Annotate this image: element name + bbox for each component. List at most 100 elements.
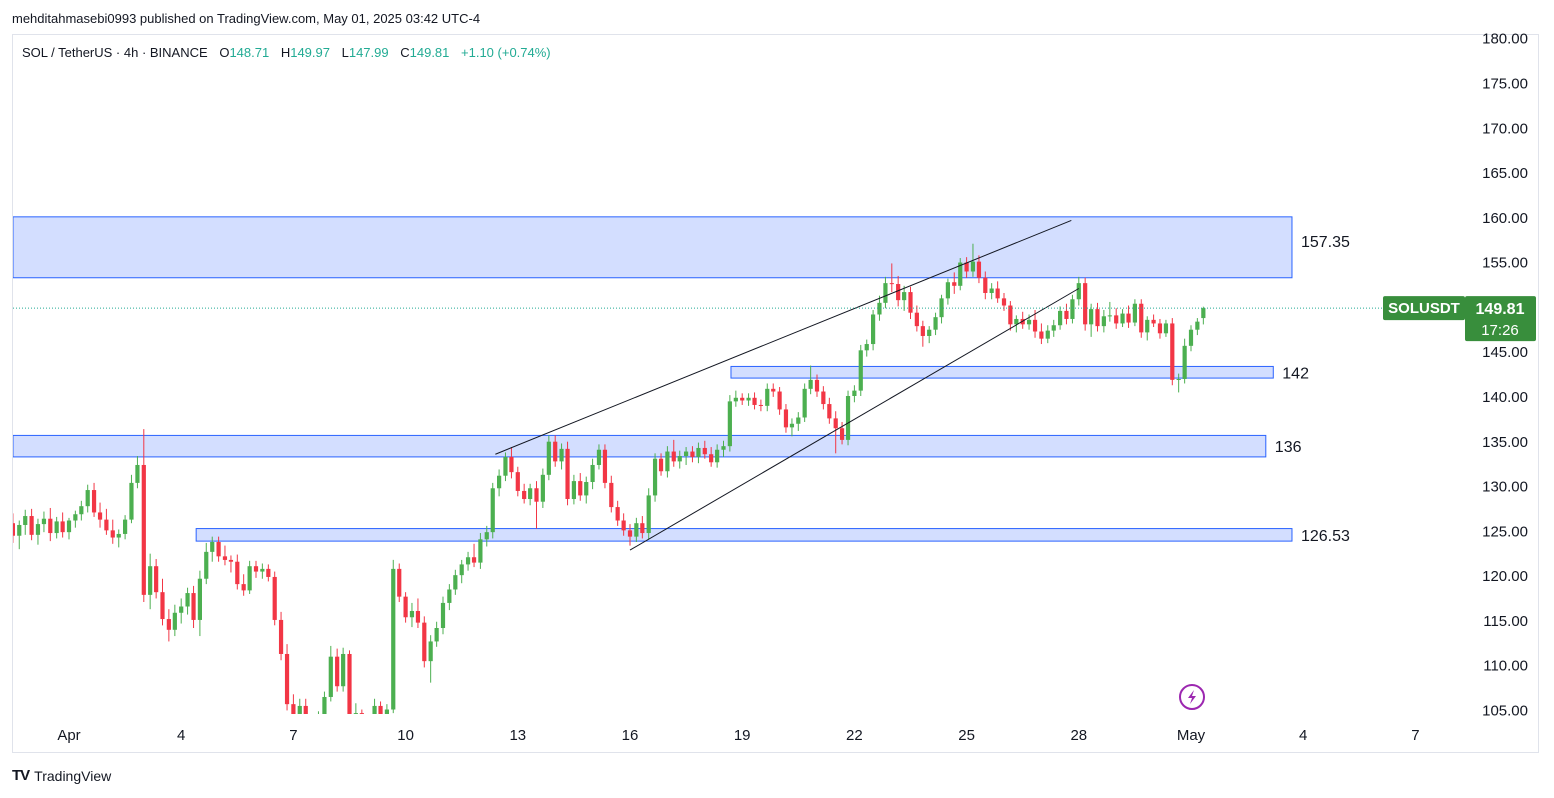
high-value: 149.97 — [290, 45, 330, 60]
price-tag-price: 149.81 — [1476, 301, 1525, 318]
candle-142 — [858, 344, 863, 396]
candle-70 — [409, 602, 415, 628]
candle-46 — [260, 563, 265, 579]
candle-122 — [733, 390, 738, 407]
candle-153 — [927, 326, 932, 344]
candle-18 — [85, 484, 90, 513]
candle-150 — [908, 286, 913, 319]
candle-194 — [1182, 338, 1187, 384]
candle-197 — [1201, 306, 1206, 325]
candle-8 — [23, 509, 28, 535]
candle-60 — [347, 650, 352, 714]
candle-180 — [1095, 302, 1100, 332]
candle-164 — [995, 281, 1000, 303]
candle-130 — [783, 404, 789, 433]
candle-140 — [845, 390, 851, 446]
candle-98 — [584, 476, 589, 504]
candle-35 — [191, 585, 196, 629]
candle-72 — [422, 616, 427, 668]
candle-99 — [590, 458, 595, 490]
candle-186 — [1132, 299, 1137, 327]
candle-141 — [852, 385, 857, 403]
candle-31 — [166, 609, 171, 642]
candle-49 — [278, 611, 284, 661]
candle-102 — [609, 475, 614, 513]
x-tick-11: 4 — [1299, 727, 1307, 744]
candle-11 — [41, 511, 47, 533]
candle-24 — [123, 515, 128, 540]
candle-176 — [1070, 294, 1075, 324]
y-tick-4: 125.00 — [1482, 523, 1528, 540]
zone-2[interactable] — [13, 434, 1267, 458]
x-tick-6: 19 — [734, 727, 751, 744]
candle-190 — [1157, 318, 1163, 339]
zone-1[interactable] — [730, 365, 1274, 379]
candle-84 — [497, 469, 502, 497]
candle-196 — [1195, 318, 1200, 336]
price-tag-countdown: 17:26 — [1481, 322, 1519, 339]
candle-80 — [471, 543, 477, 568]
candle-68 — [397, 563, 402, 603]
candle-144 — [871, 310, 876, 351]
zones-layer — [13, 216, 1293, 542]
y-tick-7: 140.00 — [1482, 389, 1528, 406]
footer-brand[interactable]: TV TradingView — [12, 767, 111, 784]
candle-66 — [384, 704, 389, 714]
candle-192 — [1170, 318, 1175, 386]
alert-icon[interactable] — [1179, 684, 1205, 710]
candle-178 — [1083, 277, 1088, 331]
trendline-1[interactable] — [629, 288, 1080, 551]
candles-layer — [4, 243, 1206, 740]
candle-29 — [154, 559, 159, 599]
candle-91 — [540, 468, 545, 508]
y-tick-14: 175.00 — [1482, 75, 1528, 92]
candle-79 — [465, 551, 471, 571]
candle-33 — [179, 598, 184, 624]
candle-12 — [48, 507, 53, 542]
candle-5 — [4, 498, 8, 528]
candle-96 — [571, 474, 576, 505]
y-tick-10: 155.00 — [1482, 255, 1528, 272]
candle-78 — [459, 559, 464, 584]
y-tick-3: 120.00 — [1482, 568, 1528, 585]
candle-75 — [440, 596, 446, 635]
y-tick-0: 105.00 — [1482, 703, 1528, 720]
candle-195 — [1188, 325, 1194, 352]
x-tick-12: 7 — [1411, 727, 1419, 744]
candle-22 — [110, 519, 115, 544]
price-tag: SOLUSDT 149.81 17:26 — [1383, 296, 1536, 342]
zone-3[interactable] — [195, 528, 1293, 542]
candle-143 — [864, 339, 869, 357]
candle-76 — [447, 584, 452, 611]
candle-152 — [920, 320, 925, 347]
candle-92 — [546, 435, 551, 481]
candle-146 — [883, 276, 888, 309]
candle-54 — [310, 715, 314, 740]
zone-labels: 157.35 142 136 126.53 — [1275, 234, 1350, 545]
candlestick-chart[interactable]: 105.00 110.00 115.00 120.00 125.00 130.00 135.… — [0, 0, 1554, 798]
candle-171 — [1039, 323, 1044, 345]
zone-0[interactable] — [13, 216, 1293, 279]
candle-56 — [322, 691, 327, 714]
zone-label-0: 157.35 — [1301, 234, 1350, 251]
candle-71 — [415, 598, 421, 629]
footer-brand-name: TradingView — [34, 767, 112, 784]
candle-17 — [79, 500, 84, 521]
candle-158 — [958, 258, 963, 291]
candle-62 — [359, 709, 364, 714]
candle-154 — [933, 312, 938, 336]
candle-189 — [1151, 314, 1156, 328]
candle-58 — [335, 648, 340, 692]
candle-57 — [328, 645, 333, 702]
close-label: C — [400, 45, 410, 60]
candle-181 — [1101, 310, 1106, 333]
candle-40 — [222, 545, 228, 566]
y-tick-8: 145.00 — [1482, 344, 1528, 361]
x-tick-4: 13 — [509, 727, 526, 744]
candle-45 — [253, 560, 259, 578]
candle-52 — [297, 698, 302, 714]
candle-136 — [821, 386, 826, 410]
candle-163 — [989, 283, 994, 300]
x-tick-5: 16 — [622, 727, 639, 744]
candle-10 — [35, 518, 41, 545]
